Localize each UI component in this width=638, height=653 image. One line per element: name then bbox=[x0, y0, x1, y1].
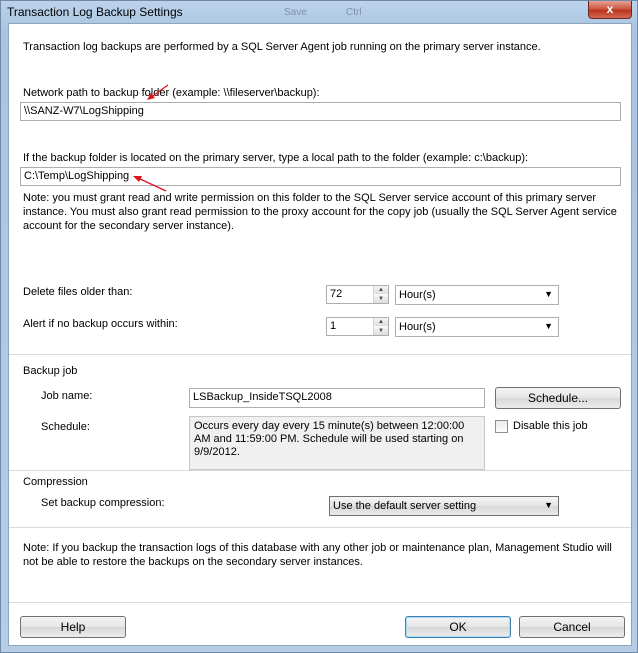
spin-down-icon[interactable]: ▼ bbox=[374, 327, 388, 335]
chevron-down-icon: ▼ bbox=[544, 500, 553, 510]
divider bbox=[9, 527, 631, 528]
compression-dropdown[interactable]: Use the default server setting ▼ bbox=[329, 496, 559, 516]
delete-files-value: 72 bbox=[330, 288, 343, 300]
backup-job-section-label: Backup job bbox=[23, 365, 78, 377]
compression-value: Use the default server setting bbox=[333, 500, 477, 512]
local-path-input[interactable]: C:\Temp\LogShipping bbox=[20, 167, 621, 186]
spinner-arrows: ▲ ▼ bbox=[373, 286, 388, 303]
window-title: Transaction Log Backup Settings bbox=[7, 5, 183, 19]
annotation-arrow-icon bbox=[133, 176, 167, 192]
delete-files-unit-dropdown[interactable]: Hour(s) ▼ bbox=[395, 285, 559, 305]
job-name-label: Job name: bbox=[41, 390, 93, 402]
job-name-input[interactable]: LSBackup_InsideTSQL2008 bbox=[189, 388, 485, 408]
chevron-down-icon: ▼ bbox=[544, 321, 553, 331]
ok-button[interactable]: OK bbox=[405, 616, 511, 638]
help-button[interactable]: Help bbox=[20, 616, 126, 638]
divider bbox=[9, 354, 631, 355]
network-path-input[interactable]: \\SANZ-W7\LogShipping bbox=[20, 102, 621, 121]
delete-files-spinner[interactable]: 72 ▲ ▼ bbox=[326, 285, 389, 304]
alert-unit-dropdown[interactable]: Hour(s) ▼ bbox=[395, 317, 559, 337]
spin-up-icon[interactable]: ▲ bbox=[374, 286, 388, 294]
background-ghost-text: Save bbox=[284, 7, 307, 18]
title-bar[interactable]: Transaction Log Backup Settings Save Ctr… bbox=[1, 1, 637, 23]
spin-down-icon[interactable]: ▼ bbox=[374, 295, 388, 303]
schedule-button[interactable]: Schedule... bbox=[495, 387, 621, 409]
chevron-down-icon: ▼ bbox=[544, 289, 553, 299]
compression-section-label: Compression bbox=[23, 476, 88, 488]
dialog-content: Transaction log backups are performed by… bbox=[8, 23, 632, 646]
dialog-window: Transaction Log Backup Settings Save Ctr… bbox=[0, 0, 638, 653]
disable-job-label: Disable this job bbox=[513, 420, 588, 432]
spinner-arrows: ▲ ▼ bbox=[373, 318, 388, 335]
intro-text: Transaction log backups are performed by… bbox=[23, 41, 541, 53]
divider bbox=[9, 470, 631, 471]
schedule-description: Occurs every day every 15 minute(s) betw… bbox=[189, 416, 485, 470]
disable-job-checkbox[interactable] bbox=[495, 420, 508, 433]
delete-files-unit: Hour(s) bbox=[399, 289, 436, 301]
restore-note: Note: If you backup the transaction logs… bbox=[23, 542, 612, 568]
annotation-arrow-icon bbox=[147, 84, 169, 100]
background-ghost-text: Ctrl bbox=[346, 7, 362, 18]
permission-note: Note: you must grant read and write perm… bbox=[23, 192, 617, 232]
close-icon: x bbox=[606, 2, 614, 16]
delete-files-label: Delete files older than: bbox=[23, 286, 133, 298]
alert-value: 1 bbox=[330, 320, 337, 332]
alert-spinner[interactable]: 1 ▲ ▼ bbox=[326, 317, 389, 336]
schedule-label: Schedule: bbox=[41, 421, 90, 433]
divider bbox=[9, 602, 631, 603]
local-path-label: If the backup folder is located on the p… bbox=[23, 152, 529, 164]
alert-label: Alert if no backup occurs within: bbox=[23, 318, 178, 330]
close-button[interactable]: x bbox=[588, 1, 632, 19]
cancel-button[interactable]: Cancel bbox=[519, 616, 625, 638]
spin-up-icon[interactable]: ▲ bbox=[374, 318, 388, 326]
compression-label: Set backup compression: bbox=[41, 497, 165, 509]
alert-unit: Hour(s) bbox=[399, 321, 436, 333]
